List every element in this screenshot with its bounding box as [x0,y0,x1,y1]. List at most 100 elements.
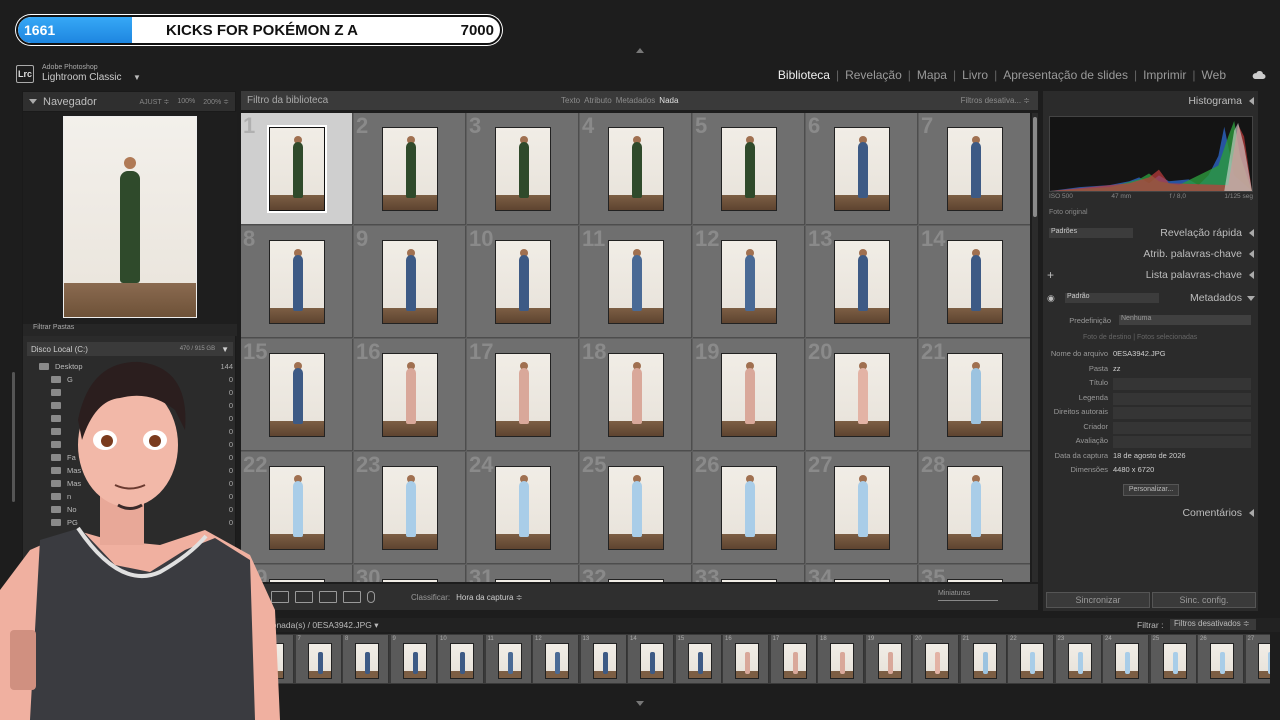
photo-thumbnail[interactable] [834,466,890,550]
grid-cell[interactable]: 17 [467,339,579,451]
spray-can-icon[interactable] [367,591,375,603]
grid-cell[interactable]: 7 [919,113,1030,225]
grid-cell[interactable]: 34 [806,565,918,582]
sync-settings-button[interactable]: Sinc. config. [1152,592,1256,608]
chevron-down-icon[interactable]: ▼ [133,73,141,82]
photo-thumbnail[interactable] [608,240,664,324]
filter-tab-metadados[interactable]: Metadados [616,96,656,105]
photo-thumbnail[interactable] [267,125,327,213]
photo-thumbnail[interactable] [721,579,777,582]
photo-thumbnail[interactable] [382,240,438,324]
photo-thumbnail[interactable] [947,353,1003,437]
brand-main[interactable]: Lightroom Classic [42,72,121,83]
filmstrip-cell[interactable]: 15 [675,635,722,683]
filmstrip-thumbnail[interactable] [1257,643,1270,679]
comments-header[interactable]: Comentários [1043,503,1258,523]
filmstrip-thumbnail[interactable] [355,643,379,679]
metadata-value[interactable]: 18 de agosto de 2026 [1113,451,1186,460]
photo-thumbnail[interactable] [495,579,551,582]
photo-thumbnail[interactable] [721,353,777,437]
sync-button[interactable]: Sincronizar [1046,592,1150,608]
grid-cell[interactable]: 1 [241,113,353,225]
keyword-list-header[interactable]: + Lista palavras-chave [1043,265,1258,285]
cloud-sync-icon[interactable] [1252,71,1266,80]
filmstrip-thumbnail[interactable] [735,643,759,679]
photo-thumbnail[interactable] [947,579,1003,582]
grid-cell[interactable]: 8 [241,226,353,338]
filmstrip-thumbnail[interactable] [307,643,332,679]
grid-cell[interactable]: 25 [580,452,692,564]
preset-select[interactable]: Nenhuma [1119,315,1251,325]
module-biblioteca[interactable]: Biblioteca [772,68,836,82]
filmstrip-cell[interactable]: 19 [865,635,912,683]
filmstrip-cell[interactable]: 14 [628,635,674,683]
metadata-header[interactable]: ◉ Padrão Metadados [1043,288,1258,308]
filmstrip-thumbnail[interactable] [687,643,712,679]
filmstrip-cell[interactable]: 10 [438,635,484,683]
photo-thumbnail[interactable] [495,240,551,324]
grid-cell[interactable]: 6 [806,113,918,225]
collapse-triangle-icon[interactable] [1249,271,1254,279]
collapse-triangle-icon[interactable] [1247,295,1255,301]
photo-thumbnail[interactable] [495,466,551,550]
collapse-triangle-icon[interactable] [29,99,37,104]
filmstrip-thumbnail[interactable] [592,643,617,679]
filmstrip-cell[interactable]: 27 [1245,635,1270,683]
photo-thumbnail[interactable] [834,240,890,324]
photo-thumbnail[interactable] [721,240,777,324]
filmstrip-thumbnail[interactable] [450,643,474,679]
grid-cell[interactable]: 30 [354,565,466,582]
grid-cell[interactable]: 21 [919,339,1030,451]
navigator-preview[interactable] [23,112,237,324]
grid-cell[interactable]: 26 [693,452,805,564]
photo-thumbnail[interactable] [608,353,664,437]
filmstrip-cell[interactable]: 18 [818,635,864,683]
filmstrip-cell[interactable]: 12 [533,635,579,683]
collapse-triangle-icon[interactable] [1249,97,1254,105]
filmstrip-thumbnail[interactable] [877,643,902,679]
filmstrip-cell[interactable]: 25 [1150,635,1197,683]
filmstrip-thumbnail[interactable] [402,643,427,679]
metadata-field[interactable] [1113,436,1251,448]
photo-thumbnail[interactable] [608,579,664,582]
grid-cell[interactable]: 20 [806,339,918,451]
photo-thumbnail[interactable] [608,466,664,550]
grid-scrollbar[interactable] [1032,113,1038,582]
filmstrip-thumbnail[interactable] [1162,643,1187,679]
eye-icon[interactable]: ◉ [1047,293,1055,304]
photo-thumbnail[interactable] [947,127,1003,211]
grid-cell[interactable]: 3 [467,113,579,225]
photo-thumbnail[interactable] [947,466,1003,550]
module-livro[interactable]: Livro [956,68,994,82]
people-view-icon[interactable] [343,591,361,603]
filmstrip-cell[interactable]: 21 [960,635,1007,683]
collapse-triangle-icon[interactable] [1249,229,1254,237]
grid-cell[interactable]: 12 [693,226,805,338]
thumbnail-size-slider[interactable]: Miniaturas [938,590,998,601]
photo-thumbnail[interactable] [834,353,890,437]
photo-thumbnail[interactable] [834,127,890,211]
metadata-value[interactable]: 0ESA3942.JPG [1113,349,1166,358]
metadata-field[interactable] [1113,421,1251,434]
filmstrip-thumbnail[interactable] [545,643,569,679]
grid-scroll-thumb[interactable] [1033,117,1037,217]
metadata-field[interactable] [1113,378,1251,390]
photo-thumbnail[interactable] [382,353,438,437]
photo-thumbnail[interactable] [495,127,551,211]
grid-cell[interactable]: 18 [580,339,692,451]
metadata-value[interactable]: 4480 x 6720 [1113,465,1154,474]
metadata-value[interactable]: zz [1113,364,1121,373]
photo-thumbnail[interactable] [947,240,1003,324]
filmstrip-cell[interactable]: 9 [390,635,437,683]
customize-button[interactable]: Personalizar... [1123,484,1179,496]
photo-thumbnail[interactable] [721,127,777,211]
filmstrip-thumbnail[interactable] [830,643,854,679]
grid-cell[interactable]: 2 [354,113,466,225]
photo-thumbnail[interactable] [834,579,890,582]
module-imprimir[interactable]: Imprimir [1137,68,1192,82]
original-photo-toggle[interactable]: Foto original [1049,209,1088,216]
sort-select[interactable]: Hora da captura ≑ [456,593,522,602]
grid-cell[interactable]: 11 [580,226,692,338]
metadata-preset[interactable]: Padrão [1065,293,1159,303]
filmstrip-cell[interactable]: 11 [485,635,532,683]
